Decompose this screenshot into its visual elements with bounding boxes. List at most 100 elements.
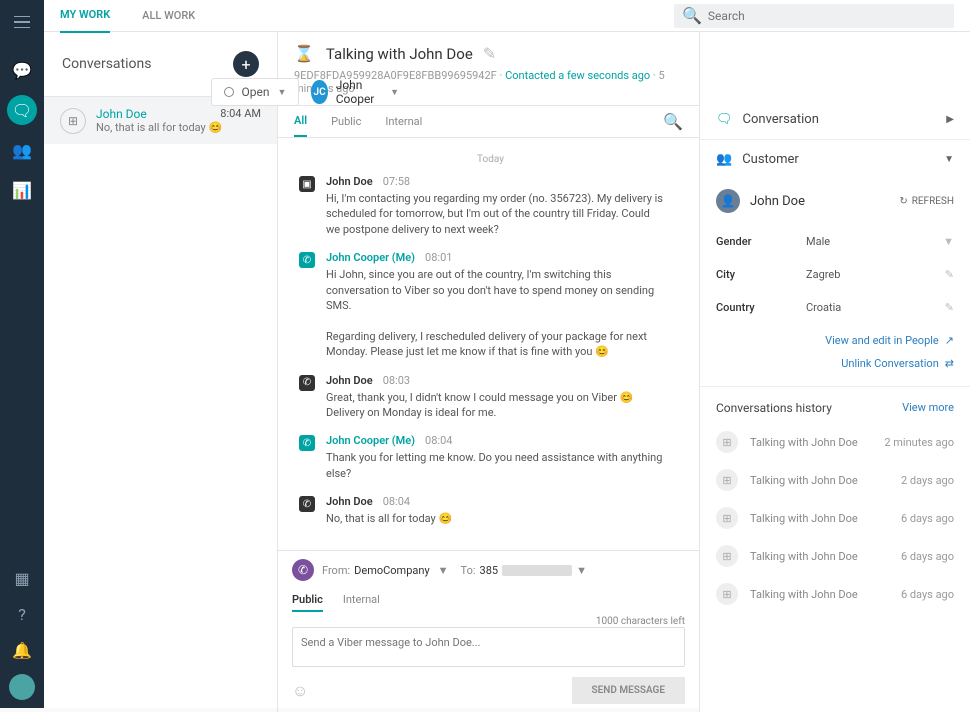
message-author: John Doe [326,175,373,188]
customer-section-toggle[interactable]: 👥 Customer ▼ [700,140,970,179]
right-panel: 🗨 Conversation ▶ 👥 Customer ▼ 👤 [700,32,970,712]
gender-label: Gender [716,235,806,248]
history-item-title: Talking with John Doe [750,474,858,487]
conversation-item-time: 8:04 AM [220,107,261,121]
nav-people-icon[interactable]: 👥 [0,130,44,170]
history-item[interactable]: ⊞ Talking with John Doe 6 days ago [700,499,970,537]
customer-section-label: Customer [742,152,799,167]
tab-all-work[interactable]: ALL WORK [142,0,195,32]
to-value: 385 [480,564,499,577]
sms-icon: ▣ [298,175,316,237]
characters-left: 1000 characters left [292,616,685,627]
city-value: Zagreb [806,268,945,281]
nav-analytics-icon[interactable]: 📊 [0,170,44,210]
viber-channel-icon: ✆ [292,559,314,581]
nav-inbox-icon[interactable]: 💬 [0,50,44,90]
view-edit-people-link[interactable]: View and edit in People ↗ [825,334,954,347]
tab-public[interactable]: Public [331,107,361,136]
message-list: Today ▣ John Doe07:58 Hi, I'm contacting… [278,138,699,550]
conversation-title: Talking with John Doe [326,45,473,63]
from-dropdown-icon[interactable]: ▼ [438,564,449,577]
composer: ✆ From: DemoCompany ▼ To: 385 ▼ Public I… [278,550,699,712]
menu-button[interactable] [0,8,44,36]
unlink-conversation-link[interactable]: Unlink Conversation ⇄ [841,357,954,370]
search-input[interactable] [708,9,946,23]
gender-dropdown-icon[interactable]: ▼ [943,235,954,248]
conversation-section-toggle[interactable]: 🗨 Conversation ▶ [700,100,970,139]
history-item-time: 6 days ago [901,550,954,563]
global-search[interactable]: 🔍 [674,4,954,28]
history-item[interactable]: ⊞ Talking with John Doe 6 days ago [700,575,970,613]
to-dropdown-icon[interactable]: ▼ [576,564,587,577]
message: ✆ John Doe08:04 No, that is all for toda… [298,495,683,526]
tab-my-work[interactable]: MY WORK [60,0,110,33]
unlink-icon: ⇄ [945,357,954,370]
conversations-list: Conversations + ⊞ John Doe 8:04 AM No, t… [44,32,278,712]
emoji-picker-icon[interactable]: ☺ [292,681,308,701]
viber-icon: ✆ [298,251,316,359]
search-icon: 🔍 [682,6,702,25]
masked-number [502,565,572,576]
message-time: 07:58 [383,175,410,188]
chevron-right-icon: ▶ [946,114,954,125]
refresh-label: REFRESH [912,196,954,207]
nav-conversations-icon[interactable]: 🗨 [7,95,37,125]
conversations-title: Conversations [62,56,151,72]
assignee-name: John Cooper [336,78,382,106]
tab-internal[interactable]: Internal [385,107,422,136]
history-channel-icon: ⊞ [716,431,738,453]
customer-name: John Doe [750,194,805,209]
chevron-down-icon: ▼ [944,154,954,165]
history-channel-icon: ⊞ [716,545,738,567]
history-item-time: 2 days ago [901,474,954,487]
status-label: Open [242,85,270,99]
country-edit-icon[interactable]: ✎ [945,301,954,314]
from-value: DemoCompany [354,564,430,577]
message-time: 08:04 [383,495,410,508]
view-more-link[interactable]: View more [902,401,954,415]
search-messages-icon[interactable]: 🔍 [663,112,683,131]
composer-tab-internal[interactable]: Internal [343,589,380,612]
message-text: Great, thank you, I didn't know I could … [326,390,666,421]
day-separator: Today [298,154,683,165]
new-conversation-button[interactable]: + [233,51,259,77]
history-channel-icon: ⊞ [716,507,738,529]
chevron-down-icon: ▼ [278,87,287,98]
notifications-icon[interactable]: 🔔 [0,632,44,668]
history-item[interactable]: ⊞ Talking with John Doe 2 days ago [700,461,970,499]
history-item[interactable]: ⊞ Talking with John Doe 6 days ago [700,537,970,575]
message-text: No, that is all for today 😊 [326,511,666,526]
history-title: Conversations history [716,401,832,415]
history-item-time: 6 days ago [901,512,954,525]
message: ✆ John Doe08:03 Great, thank you, I didn… [298,374,683,421]
message-input[interactable] [292,627,685,667]
topbar: MY WORK ALL WORK 🔍 [44,0,970,32]
send-message-button[interactable]: SEND MESSAGE [572,677,685,704]
conversation-item-name: John Doe [96,107,147,121]
assignee-dropdown[interactable]: JC John Cooper ▼ [311,78,399,106]
edit-title-icon[interactable]: ✎ [483,44,496,63]
history-item-time: 6 days ago [901,588,954,601]
conversation-section-label: Conversation [743,112,819,127]
message-text: Thank you for letting me know. Do you ne… [326,450,666,481]
composer-tab-public[interactable]: Public [292,589,323,612]
refresh-button[interactable]: ↻ REFRESH [899,196,954,207]
tab-all[interactable]: All [294,106,307,137]
help-icon[interactable]: ? [0,596,44,632]
message: ✆ John Cooper (Me)08:01 Hi John, since y… [298,251,683,359]
user-avatar[interactable] [9,674,35,700]
history-item-title: Talking with John Doe [750,588,858,601]
message-author: John Cooper (Me) [326,434,415,447]
sidebar-nav: 💬 🗨 👥 📊 ▦ ? 🔔 [0,0,44,708]
conversation-icon: 🗨 [716,112,733,127]
conversation-item-preview: No, that is all for today 😊 [96,121,261,134]
message-time: 08:03 [383,374,410,387]
message: ✆ John Cooper (Me)08:04 Thank you for le… [298,434,683,481]
history-item[interactable]: ⊞ Talking with John Doe 2 minutes ago [700,423,970,461]
gender-value: Male [806,235,943,248]
city-edit-icon[interactable]: ✎ [945,268,954,281]
message-time: 08:04 [425,434,452,447]
apps-icon[interactable]: ▦ [0,560,44,596]
history-item-title: Talking with John Doe [750,550,858,563]
status-dropdown[interactable]: Open ▼ [211,78,300,106]
